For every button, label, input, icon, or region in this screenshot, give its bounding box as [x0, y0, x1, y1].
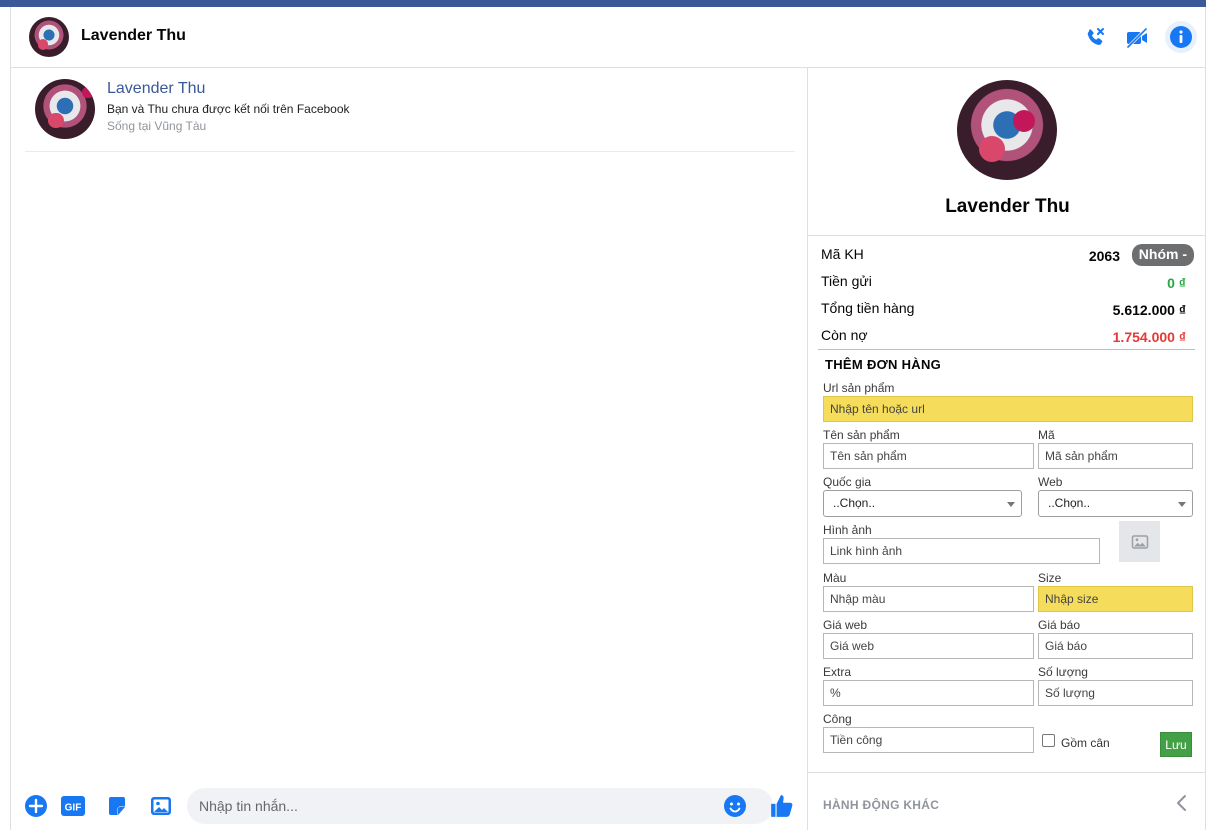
image-link-input[interactable]: [823, 538, 1100, 564]
connection-status: Bạn và Thu chưa được kết nối trên Facebo…: [107, 102, 350, 116]
video-call-off-icon[interactable]: [1122, 23, 1152, 53]
customer-avatar[interactable]: [957, 80, 1057, 180]
total-row: Tổng tiền hàng 5.612.000 ₫: [821, 298, 1194, 320]
image-placeholder-icon[interactable]: [1119, 521, 1160, 562]
labor-cost-input[interactable]: [823, 727, 1034, 753]
size-label: Size: [1038, 571, 1062, 585]
debt-row: Còn nợ 1.754.000 ₫: [821, 325, 1194, 347]
contact-name[interactable]: Lavender Thu: [81, 27, 186, 45]
location-text: Sống tại Vũng Tàu: [107, 119, 207, 133]
deposit-label: Tiền gửi: [821, 273, 872, 289]
chevron-left-icon[interactable]: [1174, 794, 1190, 812]
total-value: 5.612.000 ₫: [1112, 302, 1186, 318]
total-label: Tổng tiền hàng: [821, 300, 915, 316]
order-form-title: THÊM ĐƠN HÀNG: [825, 357, 942, 372]
web-label: Web: [1038, 475, 1063, 489]
customer-code-value: 2063: [1088, 248, 1120, 264]
chat-panel: Lavender Thu Bạn và Thu chưa được kết nố…: [11, 68, 807, 830]
more-actions-label[interactable]: HÀNH ĐỘNG KHÁC: [823, 798, 939, 812]
top-strip: [0, 0, 1206, 7]
country-select[interactable]: ..Chọn..: [823, 490, 1022, 517]
web-select[interactable]: ..Chọn..: [1038, 490, 1193, 517]
divider: [808, 772, 1206, 773]
messenger-app: Lavender Thu Lavender Thu Bạn và Thu chư…: [10, 7, 1206, 830]
voice-call-icon[interactable]: [1080, 23, 1110, 53]
dropdown-arrow-icon: [1007, 502, 1015, 507]
customer-code-label: Mã KH: [821, 246, 864, 262]
dropdown-arrow-icon: [1178, 502, 1186, 507]
customer-sidebar: Lavender Thu Mã KH 2063 Nhóm - Tiền gửi …: [807, 68, 1206, 830]
divider: [818, 349, 1195, 350]
deposit-row: Tiền gửi 0 ₫: [821, 271, 1194, 293]
contact-avatar[interactable]: [29, 17, 69, 57]
deposit-value: 0 ₫: [1167, 275, 1186, 291]
conversation-header: Lavender Thu: [11, 7, 1206, 68]
country-label: Quốc gia: [823, 475, 872, 489]
quantity-label: Số lượng: [1038, 665, 1088, 679]
product-code-input[interactable]: [1038, 443, 1193, 469]
size-input[interactable]: [1038, 586, 1193, 612]
product-name-label: Tên sản phẩm: [823, 428, 900, 442]
product-name-input[interactable]: [823, 443, 1034, 469]
quantity-input[interactable]: [1038, 680, 1193, 706]
message-composer: GIF: [11, 784, 807, 830]
url-label: Url sản phẩm: [823, 381, 895, 395]
labor-label: Công: [823, 712, 852, 726]
image-label: Hình ảnh: [823, 523, 872, 537]
web-price-label: Giá web: [823, 618, 868, 632]
debt-label: Còn nợ: [821, 327, 868, 343]
extra-label: Extra: [823, 665, 852, 679]
product-code-label: Mã: [1038, 428, 1055, 442]
plus-icon[interactable]: [22, 792, 50, 820]
sticker-icon[interactable]: [103, 792, 131, 820]
customer-name: Lavender Thu: [945, 196, 1070, 217]
country-select-value: ..Chọn..: [833, 496, 876, 510]
profile-name-link[interactable]: Lavender Thu: [107, 80, 205, 98]
gif-icon[interactable]: GIF: [59, 792, 87, 820]
group-badge[interactable]: Nhóm -: [1131, 244, 1194, 266]
quoted-price-input[interactable]: [1038, 633, 1193, 659]
info-icon[interactable]: [1165, 21, 1197, 53]
chat-profile-card: Lavender Thu Bạn và Thu chưa được kết nố…: [25, 68, 795, 152]
web-price-input[interactable]: [823, 633, 1034, 659]
web-select-value: ..Chọn..: [1048, 496, 1091, 510]
image-icon[interactable]: [147, 792, 175, 820]
url-input[interactable]: [823, 396, 1193, 422]
include-weight-label: Gồm cân: [1061, 736, 1110, 750]
message-input[interactable]: [187, 788, 773, 824]
emoji-icon[interactable]: [721, 792, 749, 820]
save-order-button[interactable]: Lưu: [1160, 732, 1192, 757]
debt-value: 1.754.000 ₫: [1112, 329, 1186, 345]
customer-code-row: Mã KH 2063 Nhóm -: [821, 244, 1194, 266]
color-input[interactable]: [823, 586, 1034, 612]
quoted-price-label: Giá báo: [1038, 618, 1081, 632]
color-label: Màu: [823, 571, 847, 585]
extra-input[interactable]: [823, 680, 1034, 706]
svg-text:GIF: GIF: [65, 803, 82, 814]
like-icon[interactable]: [768, 792, 796, 820]
profile-avatar[interactable]: [35, 79, 95, 139]
include-weight-checkbox[interactable]: [1042, 734, 1055, 747]
divider: [808, 235, 1206, 236]
